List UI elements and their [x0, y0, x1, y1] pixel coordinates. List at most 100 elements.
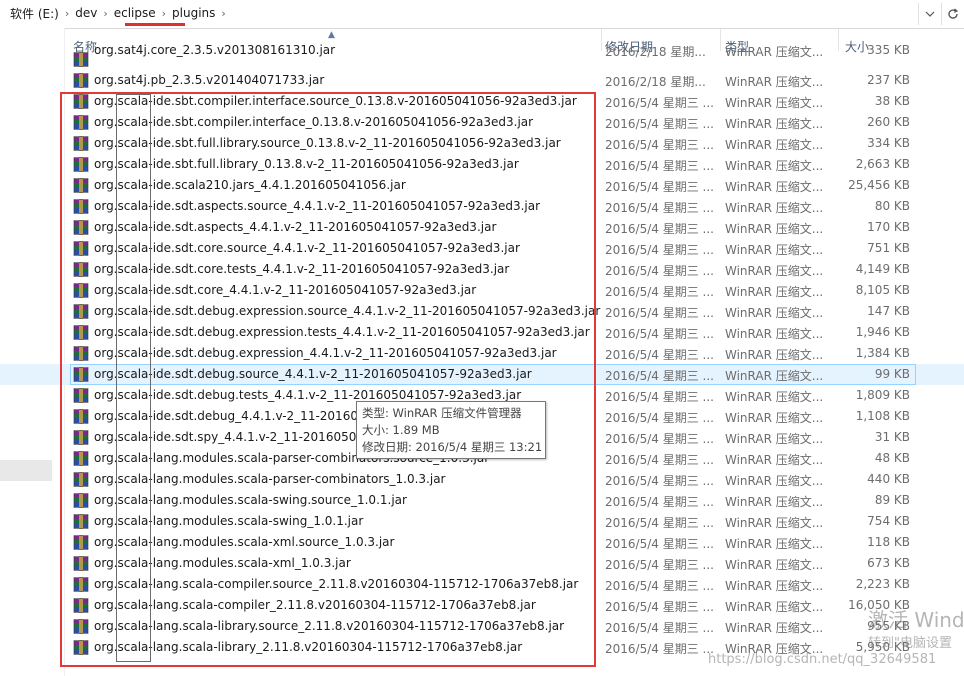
chevron-right-icon[interactable]: ›	[101, 7, 109, 20]
file-date: 2016/5/4 星期三 ...	[605, 159, 714, 173]
file-date: 2016/5/4 星期三 ...	[605, 390, 714, 404]
chevron-right-icon[interactable]: ›	[219, 7, 227, 20]
file-size: 2,223 KB	[855, 577, 910, 591]
file-date: 2016/5/4 星期三 ...	[605, 474, 714, 488]
file-size: 38 KB	[874, 94, 910, 108]
file-size: 1,946 KB	[855, 325, 910, 339]
file-date: 2016/2/18 星期...	[605, 75, 706, 89]
breadcrumb-drive[interactable]: 软件 (E:)	[6, 5, 63, 22]
history-dropdown-icon[interactable]	[918, 3, 941, 25]
file-date: 2016/5/4 星期三 ...	[605, 201, 714, 215]
file-type: WinRAR 压缩文...	[725, 537, 824, 551]
file-type: WinRAR 压缩文...	[725, 621, 824, 635]
file-date: 2016/5/4 星期三 ...	[605, 495, 714, 509]
file-size: 754 KB	[867, 514, 910, 528]
file-date: 2016/5/4 星期三 ...	[605, 285, 714, 299]
file-size: 4,149 KB	[855, 262, 910, 276]
file-size: 440 KB	[867, 472, 910, 486]
file-info-tooltip: 类型: WinRAR 压缩文件管理器 大小: 1.89 MB 修改日期: 201…	[356, 401, 546, 459]
file-type: WinRAR 压缩文...	[725, 243, 824, 257]
file-name[interactable]: org.sat4j.pb_2.3.5.v201404071733.jar	[94, 73, 324, 87]
file-type: WinRAR 压缩文...	[725, 432, 824, 446]
file-date: 2016/5/4 星期三 ...	[605, 453, 714, 467]
file-size: 147 KB	[867, 304, 910, 318]
file-type: WinRAR 压缩文...	[725, 495, 824, 509]
file-size: 48 KB	[874, 451, 910, 465]
file-date: 2016/5/4 星期三 ...	[605, 516, 714, 530]
file-type: WinRAR 压缩文...	[725, 96, 824, 110]
blog-watermark: https://blog.csdn.net/qq_32649581	[708, 652, 937, 667]
file-type: WinRAR 压缩文...	[725, 75, 824, 89]
file-size: 170 KB	[867, 220, 910, 234]
file-date: 2016/2/18 星期...	[605, 45, 706, 59]
activation-watermark: 激活 Wind	[868, 608, 964, 632]
file-type: WinRAR 压缩文...	[725, 411, 824, 425]
file-size: 1,108 KB	[855, 409, 910, 423]
eclipse-underline-annotation	[125, 23, 185, 26]
file-type: WinRAR 压缩文...	[725, 285, 824, 299]
file-type: WinRAR 压缩文...	[725, 579, 824, 593]
column-divider[interactable]	[601, 29, 602, 51]
sort-ascending-icon: ▲	[328, 30, 335, 40]
chevron-right-icon[interactable]: ›	[63, 7, 71, 20]
refresh-icon[interactable]	[941, 3, 964, 25]
file-size: 751 KB	[867, 241, 910, 255]
file-date: 2016/5/4 星期三 ...	[605, 369, 714, 383]
file-type: WinRAR 压缩文...	[725, 474, 824, 488]
file-row[interactable]: org.sat4j.core_2.3.5.v201308161310.jar 20…	[0, 43, 964, 70]
file-size: 89 KB	[874, 493, 910, 507]
file-type: WinRAR 压缩文...	[725, 327, 824, 341]
file-size: 80 KB	[874, 199, 910, 213]
file-date: 2016/5/4 星期三 ...	[605, 411, 714, 425]
breadcrumb-eclipse[interactable]: eclipse	[110, 6, 160, 20]
file-date: 2016/5/4 星期三 ...	[605, 327, 714, 341]
breadcrumb-dev[interactable]: dev	[71, 6, 101, 20]
file-date: 2016/5/4 星期三 ...	[605, 222, 714, 236]
tooltip-size: 大小: 1.89 MB	[362, 423, 440, 437]
file-type: WinRAR 压缩文...	[725, 390, 824, 404]
tooltip-date: 修改日期: 2016/5/4 星期三 13:21	[362, 440, 543, 454]
file-size: 8,105 KB	[855, 283, 910, 297]
file-date: 2016/5/4 星期三 ...	[605, 432, 714, 446]
file-size: 334 KB	[867, 136, 910, 150]
file-date: 2016/5/4 星期三 ...	[605, 180, 714, 194]
file-type: WinRAR 压缩文...	[725, 558, 824, 572]
file-date: 2016/5/4 星期三 ...	[605, 537, 714, 551]
breadcrumb-plugins[interactable]: plugins	[168, 6, 219, 20]
winrar-archive-icon	[73, 73, 89, 88]
file-type: WinRAR 压缩文...	[725, 201, 824, 215]
breadcrumb: 软件 (E:) › dev › eclipse › plugins ›	[6, 3, 228, 23]
file-size: 673 KB	[867, 556, 910, 570]
file-type: WinRAR 压缩文...	[725, 45, 824, 59]
file-date: 2016/5/4 星期三 ...	[605, 264, 714, 278]
file-type: WinRAR 压缩文...	[725, 306, 824, 320]
file-size: 260 KB	[867, 115, 910, 129]
file-size: 1,384 KB	[855, 346, 910, 360]
file-type: WinRAR 压缩文...	[725, 453, 824, 467]
file-date: 2016/5/4 星期三 ...	[605, 96, 714, 110]
file-type: WinRAR 压缩文...	[725, 222, 824, 236]
file-size: 237 KB	[867, 73, 910, 87]
winrar-archive-icon	[73, 52, 89, 67]
column-divider[interactable]	[720, 29, 721, 51]
scala-column-annotation	[116, 94, 151, 662]
file-size: 2,663 KB	[855, 157, 910, 171]
file-row[interactable]: org.sat4j.pb_2.3.5.v201404071733.jar 2016…	[0, 70, 964, 91]
file-date: 2016/5/4 星期三 ...	[605, 306, 714, 320]
column-divider[interactable]	[838, 29, 839, 51]
file-type: WinRAR 压缩文...	[725, 117, 824, 131]
file-type: WinRAR 压缩文...	[725, 138, 824, 152]
file-type: WinRAR 压缩文...	[725, 264, 824, 278]
file-type: WinRAR 压缩文...	[725, 369, 824, 383]
file-type: WinRAR 压缩文...	[725, 180, 824, 194]
file-name[interactable]: org.sat4j.core_2.3.5.v201308161310.jar	[94, 43, 335, 57]
file-size: 335 KB	[867, 43, 910, 57]
file-date: 2016/5/4 星期三 ...	[605, 558, 714, 572]
file-size: 1,809 KB	[855, 388, 910, 402]
file-type: WinRAR 压缩文...	[725, 159, 824, 173]
settings-watermark: 转到"电脑设置	[868, 636, 952, 651]
tooltip-type: 类型: WinRAR 压缩文件管理器	[362, 406, 522, 420]
chevron-right-icon[interactable]: ›	[160, 7, 168, 20]
file-date: 2016/5/4 星期三 ...	[605, 348, 714, 362]
file-type: WinRAR 压缩文...	[725, 348, 824, 362]
